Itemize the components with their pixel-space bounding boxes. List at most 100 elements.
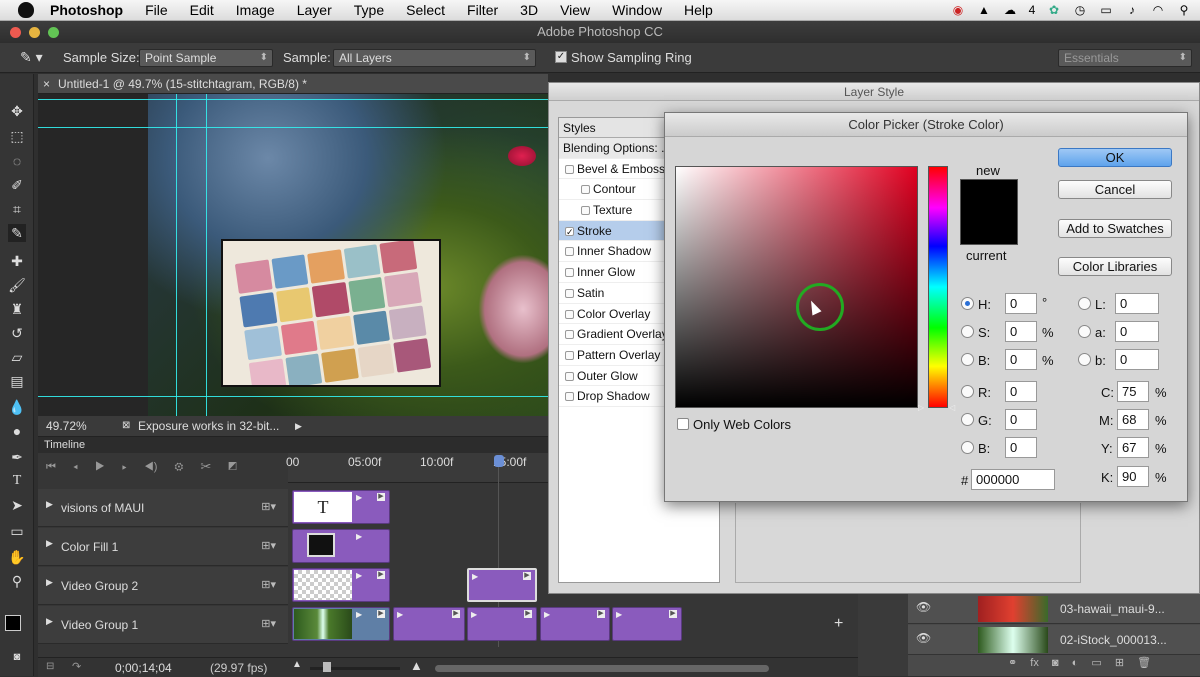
film-icon[interactable]: ⊞▾ xyxy=(261,539,276,552)
hue-slider[interactable] xyxy=(928,166,948,408)
menu-help[interactable]: Help xyxy=(684,2,713,18)
drive-icon[interactable]: ▲ xyxy=(976,2,992,18)
gradient-tool-icon[interactable]: ▤ xyxy=(8,372,26,390)
sample-select[interactable]: All Layers xyxy=(333,49,536,67)
lab-l-input[interactable]: 0 xyxy=(1115,293,1159,314)
folder-icon[interactable]: ▭ xyxy=(1091,657,1101,669)
guide-horizontal-3[interactable] xyxy=(38,396,548,397)
render-icon[interactable]: ⊟ xyxy=(46,661,54,672)
blur-tool-icon[interactable]: 💧 xyxy=(8,398,26,416)
style-checkbox[interactable] xyxy=(581,185,590,195)
brightness-radio[interactable] xyxy=(961,353,974,366)
clip-video-1c[interactable]: ▶ ▶ xyxy=(467,607,537,641)
clip-video-1d[interactable]: ▶ ▶ xyxy=(540,607,610,641)
apple-menu-icon[interactable] xyxy=(18,2,34,18)
menu-image[interactable]: Image xyxy=(236,2,275,18)
guide-horizontal-2[interactable] xyxy=(38,127,548,128)
menu-view[interactable]: View xyxy=(560,2,590,18)
track-video-group-2[interactable]: ▶ Video Group 2 ⊞▾ xyxy=(38,567,288,605)
hue-slider-right-marker[interactable]: ◁ xyxy=(949,403,955,412)
next-frame-icon[interactable]: ▸ xyxy=(122,461,127,473)
path-select-icon[interactable]: ➤ xyxy=(8,496,26,514)
menu-app[interactable]: Photoshop xyxy=(50,2,123,18)
film-icon[interactable]: ⊞▾ xyxy=(261,578,276,591)
cyan-input[interactable]: 75 xyxy=(1117,381,1149,402)
style-checkbox[interactable] xyxy=(565,350,574,360)
clip-video-1b[interactable]: ▶ ▶ xyxy=(393,607,465,641)
add-track-icon[interactable]: + xyxy=(834,615,843,633)
display-icon[interactable]: ▭ xyxy=(1098,2,1114,18)
cancel-button[interactable]: Cancel xyxy=(1058,180,1172,199)
play-icon[interactable]: ▶ xyxy=(95,461,105,473)
split-icon[interactable]: ✂ xyxy=(200,461,211,473)
marquee-tool-icon[interactable]: ⬚ xyxy=(8,127,26,145)
expand-arrow-icon[interactable]: ▶ xyxy=(46,499,53,510)
convert-icon[interactable]: ↷ xyxy=(72,660,81,673)
history-brush-icon[interactable]: ↺ xyxy=(8,324,26,342)
menu-file[interactable]: File xyxy=(145,2,168,18)
clip-menu-icon[interactable]: ▶ xyxy=(377,610,385,618)
lab-a-input[interactable]: 0 xyxy=(1115,321,1159,342)
black-input[interactable]: 90 xyxy=(1117,466,1149,487)
visibility-eye-icon[interactable]: 👁 xyxy=(916,631,931,645)
transition-icon[interactable]: ◩ xyxy=(228,461,237,473)
saturation-input[interactable]: 0 xyxy=(1005,321,1037,342)
style-checkbox[interactable] xyxy=(565,392,574,402)
saturation-radio[interactable] xyxy=(961,325,974,338)
style-checkbox[interactable] xyxy=(565,164,574,174)
menu-edit[interactable]: Edit xyxy=(190,2,214,18)
menu-3d[interactable]: 3D xyxy=(520,2,538,18)
hue-input[interactable]: 0 xyxy=(1005,293,1037,314)
green-radio[interactable] xyxy=(961,413,974,426)
move-tool-icon[interactable]: ✥ xyxy=(8,102,26,120)
close-doc-icon[interactable]: × xyxy=(43,74,50,94)
saturation-brightness-field[interactable] xyxy=(675,166,918,408)
style-checkbox[interactable] xyxy=(565,371,574,381)
hand-tool-icon[interactable]: ✋ xyxy=(8,548,26,566)
lab-l-radio[interactable] xyxy=(1078,297,1091,310)
foreground-color-swatch[interactable] xyxy=(5,615,21,631)
clip-video-group-2b[interactable]: ▶ ▶ xyxy=(467,568,537,602)
clip-menu-icon[interactable]: ▶ xyxy=(377,493,385,501)
clip-menu-icon[interactable]: ▶ xyxy=(452,610,460,618)
clip-video-group-2a[interactable]: ▶ ▶ xyxy=(292,568,390,602)
record-icon[interactable]: ◉ xyxy=(950,2,966,18)
link-icon[interactable]: ⚭ xyxy=(1008,657,1017,669)
guide-vertical-1[interactable] xyxy=(176,94,177,416)
zoom-out-icon[interactable]: ▲ xyxy=(292,659,302,670)
clip-video-1a[interactable]: ▶ ▶ xyxy=(292,607,390,641)
zoom-tool-icon[interactable]: ⚲ xyxy=(8,572,26,590)
healing-tool-icon[interactable]: ✚ xyxy=(8,252,26,270)
minimize-window-button[interactable] xyxy=(29,27,40,38)
status-menu-arrow[interactable]: ▶ xyxy=(295,416,302,436)
eyedropper-tool-icon[interactable]: ✎ xyxy=(8,224,26,242)
red-radio[interactable] xyxy=(961,385,974,398)
volume-icon[interactable]: ♪ xyxy=(1124,2,1140,18)
color-libraries-button[interactable]: Color Libraries xyxy=(1058,257,1172,276)
audio-icon[interactable]: ◀) xyxy=(144,461,157,473)
clip-color-fill[interactable]: ▶ xyxy=(292,529,390,563)
hex-input[interactable]: 000000 xyxy=(971,469,1055,490)
visibility-eye-icon[interactable]: 👁 xyxy=(916,600,931,614)
timeline-scrollbar[interactable] xyxy=(435,665,769,672)
hue-radio[interactable] xyxy=(961,297,974,310)
film-icon[interactable]: ⊞▾ xyxy=(261,617,276,630)
clip-menu-icon[interactable]: ▶ xyxy=(669,610,677,618)
style-checkbox[interactable] xyxy=(581,206,590,216)
lab-b-input[interactable]: 0 xyxy=(1115,349,1159,370)
clip-menu-icon[interactable]: ▶ xyxy=(377,571,385,579)
style-checkbox-checked[interactable]: ✓ xyxy=(565,226,574,236)
playhead-handle[interactable] xyxy=(494,455,504,467)
zoom-in-icon[interactable]: ▲ xyxy=(410,658,423,673)
stamp-tool-icon[interactable]: ♜ xyxy=(8,300,26,318)
red-input[interactable]: 0 xyxy=(1005,381,1037,402)
search-icon[interactable]: ⚲ xyxy=(1176,2,1192,18)
workspace-select[interactable]: Essentials xyxy=(1058,49,1192,67)
shape-tool-icon[interactable]: ▭ xyxy=(8,522,26,540)
layer-row-2[interactable]: 👁 02-iStock_000013... xyxy=(908,625,1200,655)
zoom-window-button[interactable] xyxy=(48,27,59,38)
yellow-input[interactable]: 67 xyxy=(1117,437,1149,458)
first-frame-icon[interactable]: ⏮ xyxy=(46,461,56,473)
sample-size-select[interactable]: Point Sample xyxy=(139,49,273,67)
clip-menu-icon[interactable]: ▶ xyxy=(523,572,531,580)
